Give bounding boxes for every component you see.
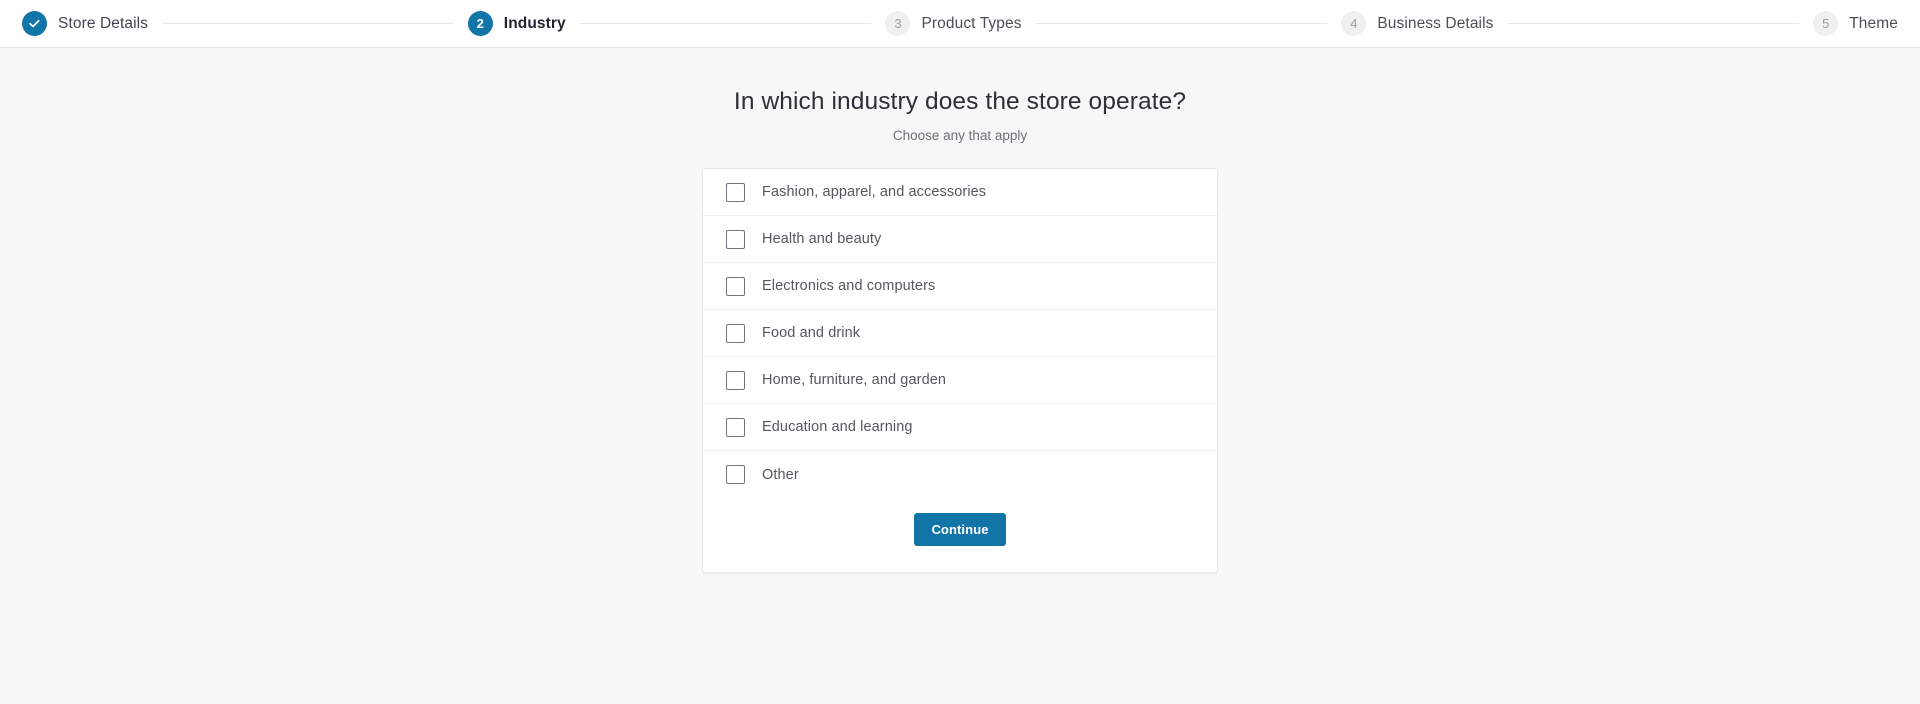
step-label-store-details: Store Details	[58, 14, 149, 32]
industry-option-electronics[interactable]: Electronics and computers	[703, 263, 1217, 310]
checkbox-electronics[interactable]	[726, 276, 745, 296]
step-connector-2	[579, 23, 872, 24]
card-actions: Continue	[703, 498, 1217, 572]
industry-label-fashion: Fashion, apparel, and accessories	[762, 184, 987, 200]
industry-option-food-drink[interactable]: Food and drink	[703, 310, 1217, 357]
continue-button[interactable]: Continue	[914, 513, 1006, 546]
step-connector-4	[1507, 23, 1800, 24]
wizard-step-header: Store Details 2 Industry 3 Product Types…	[0, 0, 1920, 48]
step-complete-badge	[22, 11, 47, 36]
industry-list: Fashion, apparel, and accessories Health…	[703, 169, 1217, 498]
step-number-badge-theme: 5	[1813, 11, 1839, 36]
step-item-product-types[interactable]: 3 Product Types	[885, 11, 1021, 36]
step-label-theme: Theme	[1849, 14, 1898, 32]
industry-option-health-beauty[interactable]: Health and beauty	[703, 216, 1217, 263]
checkbox-other[interactable]	[726, 465, 745, 484]
industry-label-health-beauty: Health and beauty	[762, 231, 882, 247]
step-number-badge-business-details: 4	[1341, 11, 1367, 36]
checkbox-health-beauty[interactable]	[726, 229, 745, 249]
page-title: In which industry does the store operate…	[733, 88, 1187, 115]
industry-label-food-drink: Food and drink	[762, 325, 861, 341]
industry-label-other: Other	[762, 466, 799, 483]
step-item-business-details[interactable]: 4 Business Details	[1341, 11, 1493, 36]
industry-label-education: Education and learning	[762, 419, 913, 435]
page-subtitle: Choose any that apply	[892, 128, 1028, 143]
industry-label-electronics: Electronics and computers	[762, 278, 936, 294]
step-item-store-details[interactable]: Store Details	[22, 11, 148, 36]
industry-selection-card: Fashion, apparel, and accessories Health…	[702, 168, 1218, 573]
step-label-industry: Industry	[503, 14, 566, 32]
industry-option-education[interactable]: Education and learning	[703, 404, 1217, 451]
step-connector-3	[1035, 23, 1328, 24]
industry-option-home-furniture[interactable]: Home, furniture, and garden	[703, 357, 1217, 404]
step-label-product-types: Product Types	[921, 14, 1022, 32]
step-number-badge-product-types: 3	[885, 11, 911, 36]
step-label-business-details: Business Details	[1377, 14, 1494, 32]
checkbox-education[interactable]	[726, 417, 745, 437]
wizard-content: In which industry does the store operate…	[0, 48, 1920, 703]
industry-option-other[interactable]: Other	[703, 451, 1217, 498]
step-number-badge-industry: 2	[467, 11, 493, 36]
step-connector-1	[162, 23, 454, 24]
checkbox-home-furniture[interactable]	[726, 370, 745, 390]
industry-label-home-furniture: Home, furniture, and garden	[762, 372, 947, 388]
checkbox-fashion[interactable]	[726, 182, 745, 202]
step-item-theme[interactable]: 5 Theme	[1813, 11, 1898, 36]
checkbox-food-drink[interactable]	[726, 323, 745, 343]
industry-option-fashion[interactable]: Fashion, apparel, and accessories	[703, 169, 1217, 216]
step-item-industry[interactable]: 2 Industry	[467, 11, 566, 36]
step-progress-bar: Store Details 2 Industry 3 Product Types…	[22, 11, 1898, 36]
